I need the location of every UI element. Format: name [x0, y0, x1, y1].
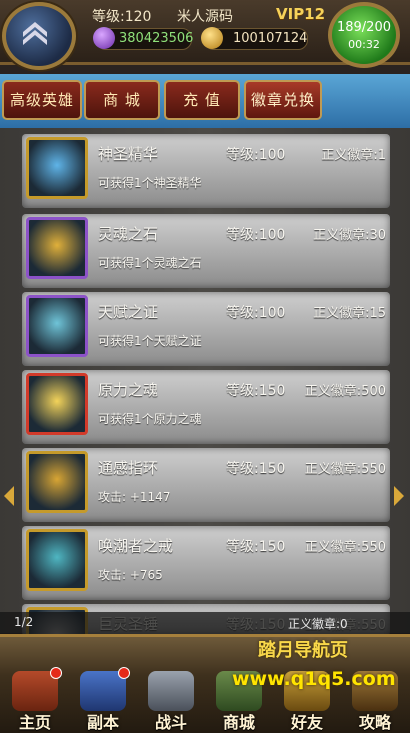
item-badge-cost: 正义徽章:500	[304, 384, 386, 399]
item-level-requirement: 等级:100	[226, 147, 286, 163]
exchange-item-row[interactable]: 唤潮者之戒 等级:150 正义徽章:550 攻击: +765	[22, 526, 390, 600]
arrow-left-icon[interactable]	[4, 486, 14, 506]
energy-timer: 00:32	[348, 38, 380, 51]
pager-bar: 1/2 正义徽章:0	[0, 612, 410, 634]
nav-dungeon[interactable]: 副本	[72, 667, 134, 732]
item-description: 可获得1个天赋之证	[98, 334, 202, 348]
player-level: 等级:120	[92, 9, 152, 25]
item-description: 可获得1个神圣精华	[98, 176, 202, 190]
status-bar: 等级:120 米人源码 VIP12 380423506 100107124 18…	[0, 0, 410, 70]
lightning-soul-icon	[26, 373, 88, 435]
energy-orb[interactable]: 189/200 00:32	[328, 2, 400, 68]
nav-friends-label: 好友	[290, 713, 323, 732]
energy-value: 189/200	[336, 20, 391, 35]
tab-shop[interactable]: 商 城	[84, 80, 160, 120]
notification-dot	[50, 667, 62, 679]
tab-advanced-heroes[interactable]: 高级英雄	[2, 80, 82, 120]
talent-scroll-icon	[26, 295, 88, 357]
swords-icon	[148, 671, 194, 711]
item-level-requirement: 等级:150	[226, 383, 286, 399]
item-level-requirement: 等级:150	[226, 539, 286, 555]
tab-badge-exchange[interactable]: 徽章兑换	[244, 80, 322, 120]
item-level-requirement: 等级:100	[226, 227, 286, 243]
gem-currency[interactable]: 380423506	[93, 27, 194, 50]
item-name: 唤潮者之戒	[98, 537, 174, 555]
gem-icon	[93, 27, 115, 49]
notification-dot	[118, 667, 130, 679]
vip-level[interactable]: VIP12	[276, 5, 325, 23]
exchange-item-row[interactable]: 原力之魂 等级:150 正义徽章:500 可获得1个原力之魂	[22, 370, 390, 444]
gold-amount: 100107124	[233, 31, 308, 46]
badge-balance: 正义徽章:0	[288, 617, 348, 631]
exchange-item-row[interactable]: 通感指环 等级:150 正义徽章:550 攻击: +1147	[22, 448, 390, 522]
item-description: 攻击: +765	[98, 568, 163, 582]
dragon-essence-icon	[26, 137, 88, 199]
nav-home[interactable]: 主页	[4, 667, 66, 732]
ring-icon	[26, 451, 88, 513]
nav-guide-label: 攻略	[358, 713, 391, 732]
item-name: 原力之魂	[98, 381, 159, 399]
exchange-item-row[interactable]: 天赋之证 等级:100 正义徽章:15 可获得1个天赋之证	[22, 292, 390, 366]
item-name: 神圣精华	[98, 145, 159, 163]
watermark-title: 踏月导航页	[258, 640, 348, 661]
item-badge-cost: 正义徽章:550	[304, 462, 386, 477]
item-badge-cost: 正义徽章:550	[304, 540, 386, 555]
chevron-rank-icon	[23, 22, 47, 45]
item-badge-cost: 正义徽章:1	[321, 148, 386, 163]
item-badge-cost: 正义徽章:15	[313, 306, 386, 321]
nav-home-label: 主页	[18, 713, 51, 732]
item-description: 可获得1个灵魂之石	[98, 256, 202, 270]
exchange-item-row[interactable]: 灵魂之石 等级:100 正义徽章:30 可获得1个灵魂之石	[22, 214, 390, 288]
nav-battle-label: 战斗	[154, 713, 187, 732]
gold-coin-icon	[201, 27, 223, 49]
exchange-item-row[interactable]: 神圣精华 等级:100 正义徽章:1 可获得1个神圣精华	[22, 134, 390, 208]
item-description: 攻击: +1147	[98, 490, 171, 504]
soul-stone-icon	[26, 217, 88, 279]
item-name: 灵魂之石	[98, 225, 159, 243]
page-indicator: 1/2	[14, 615, 34, 629]
item-description: 可获得1个原力之魂	[98, 412, 202, 426]
arrow-right-icon[interactable]	[394, 486, 404, 506]
watermark-url: www.q1q5.com	[232, 668, 396, 690]
rank-badge[interactable]	[2, 2, 76, 70]
item-name: 通感指环	[98, 459, 159, 477]
tab-recharge[interactable]: 充 值	[164, 80, 240, 120]
gem-amount: 380423506	[119, 31, 194, 46]
nav-shop-label: 商城	[222, 713, 255, 732]
nav-battle[interactable]: 战斗	[140, 667, 202, 732]
item-name: 天赋之证	[98, 303, 159, 321]
gold-currency[interactable]: 100107124	[201, 27, 308, 50]
tab-bar: 高级英雄 商 城 充 值 徽章兑换	[0, 74, 410, 128]
player-name: 米人源码	[177, 9, 233, 25]
nav-dungeon-label: 副本	[86, 713, 119, 732]
tide-ring-icon	[26, 529, 88, 591]
item-level-requirement: 等级:100	[226, 305, 286, 321]
item-badge-cost: 正义徽章:30	[313, 228, 386, 243]
item-level-requirement: 等级:150	[226, 461, 286, 477]
